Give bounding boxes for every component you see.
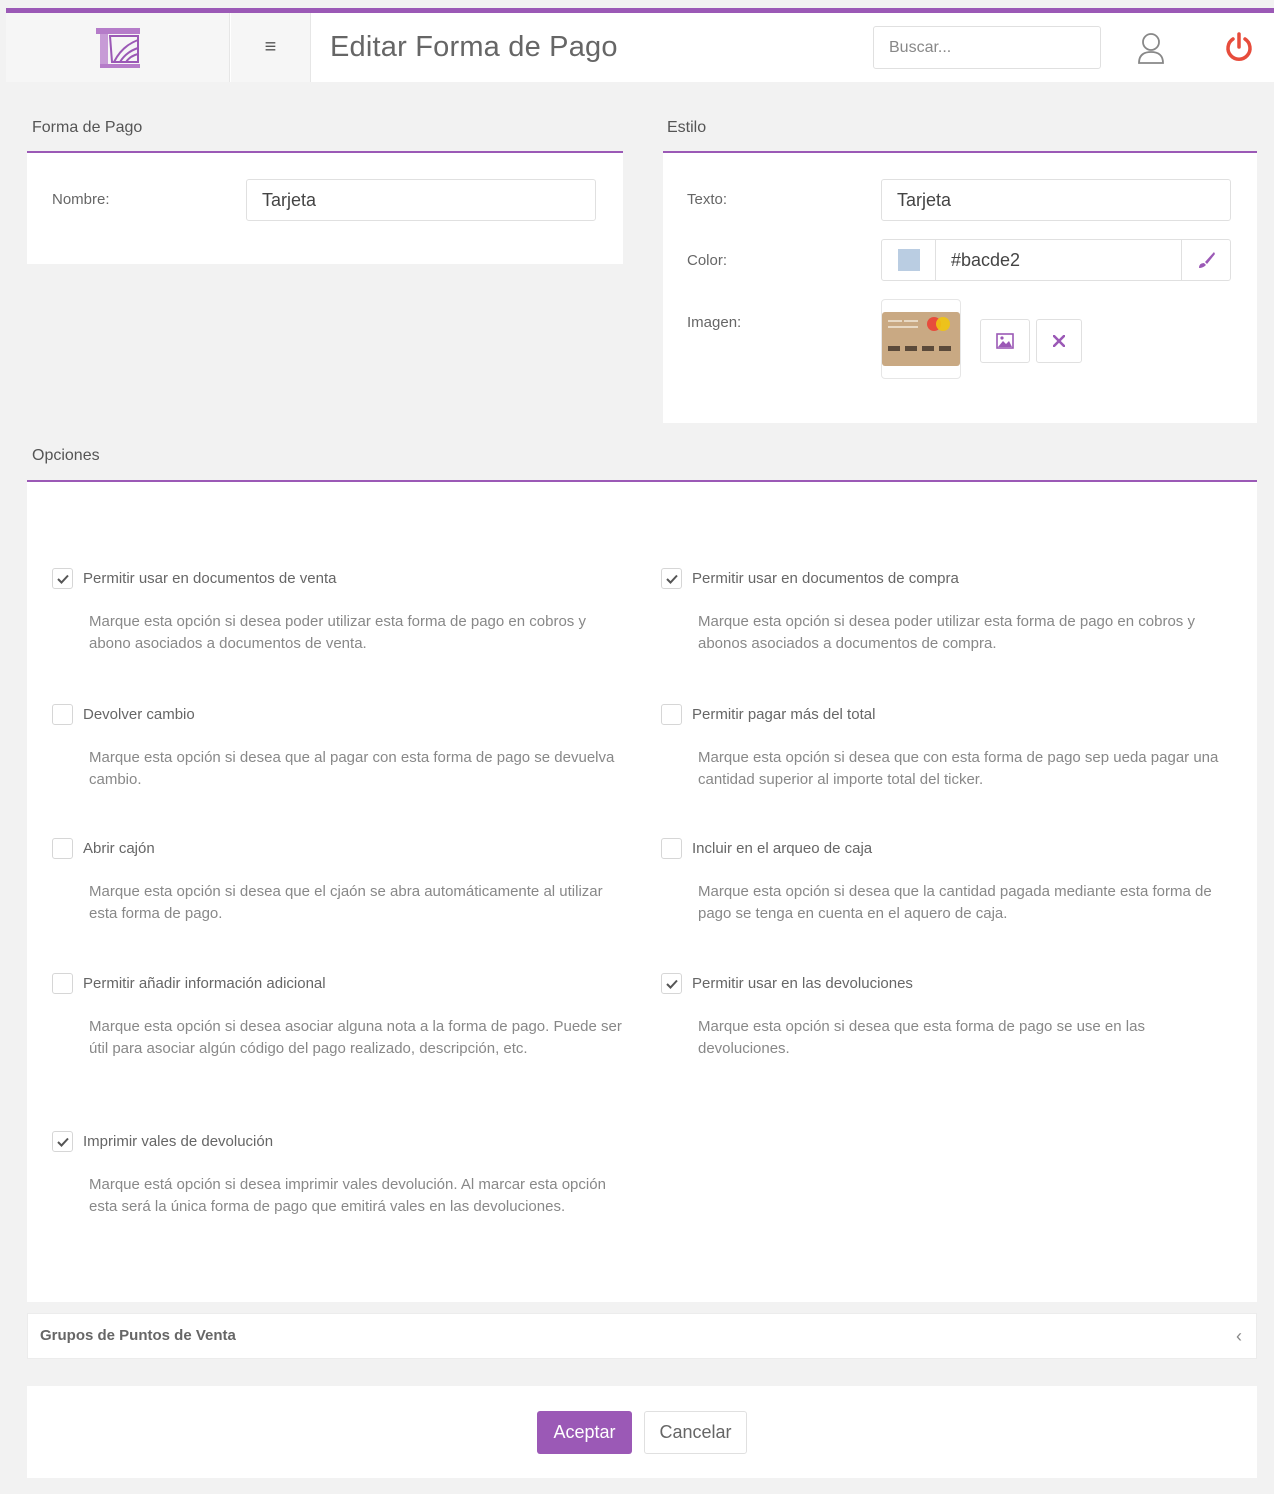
option-checkbox[interactable] bbox=[661, 973, 682, 994]
payment-image-thumbnail bbox=[881, 299, 961, 379]
image-icon bbox=[996, 333, 1014, 349]
app-logo-icon bbox=[95, 27, 140, 68]
option-label: Devolver cambio bbox=[83, 706, 195, 723]
option-checkbox[interactable] bbox=[661, 568, 682, 589]
option-checkbox[interactable] bbox=[52, 568, 73, 589]
cancel-button[interactable]: Cancelar bbox=[644, 1411, 747, 1454]
option-checkbox[interactable] bbox=[661, 704, 682, 725]
color-input-group: #bacde2 bbox=[881, 239, 1231, 281]
estilo-panel: Texto: Tarjeta Color: #bacde2 Imagen: bbox=[663, 151, 1257, 423]
option-description: Marque esta opción si desea poder utiliz… bbox=[698, 613, 1195, 652]
texto-input[interactable]: Tarjeta bbox=[881, 179, 1231, 221]
imagen-label: Imagen: bbox=[687, 314, 742, 331]
texto-value: Tarjeta bbox=[897, 189, 952, 210]
option-label: Permitir usar en documentos de venta bbox=[83, 570, 337, 587]
color-input[interactable]: #bacde2 bbox=[936, 240, 1181, 280]
option-description: Marque esta opción si desea que esta for… bbox=[698, 1018, 1145, 1057]
checkmark-icon bbox=[665, 979, 678, 989]
paint-brush-icon bbox=[1199, 252, 1215, 268]
option-description: Marque esta opción si desea que con esta… bbox=[698, 749, 1219, 788]
option-label: Permitir usar en documentos de compra bbox=[692, 570, 959, 587]
option-label: Imprimir vales de devolución bbox=[83, 1133, 274, 1150]
search-input[interactable] bbox=[873, 26, 1101, 69]
grupos-puntos-venta-toggle[interactable]: Grupos de Puntos de Venta ‹ bbox=[27, 1313, 1257, 1359]
option-item: Devolver cambio Marque esta opción si de… bbox=[52, 704, 622, 791]
chevron-left-icon: ‹ bbox=[1236, 1326, 1242, 1346]
option-checkbox[interactable] bbox=[52, 973, 73, 994]
checkmark-icon bbox=[56, 1137, 69, 1147]
color-swatch-button[interactable] bbox=[882, 240, 936, 280]
upload-image-button[interactable] bbox=[980, 319, 1030, 363]
forma-de-pago-heading: Forma de Pago bbox=[32, 119, 143, 136]
option-item: Permitir usar en documentos de venta Mar… bbox=[52, 568, 622, 655]
option-item: Incluir en el arqueo de caja Marque esta… bbox=[661, 838, 1231, 925]
grupos-puntos-venta-title: Grupos de Puntos de Venta bbox=[40, 1327, 236, 1344]
credit-card-icon bbox=[882, 312, 960, 366]
color-label: Color: bbox=[687, 252, 728, 269]
option-label: Permitir pagar más del total bbox=[692, 706, 876, 723]
nombre-label: Nombre: bbox=[52, 191, 110, 208]
option-checkbox[interactable] bbox=[52, 704, 73, 725]
option-description: Marque esta opción si desea que la canti… bbox=[698, 883, 1212, 922]
forma-de-pago-panel: Nombre: Tarjeta bbox=[27, 151, 623, 264]
texto-label: Texto: bbox=[687, 191, 728, 208]
option-description: Marque esta opción si desea que al pagar… bbox=[89, 749, 615, 788]
page-title: Editar Forma de Pago bbox=[330, 31, 618, 63]
option-description: Marque esta opción si desea que el cjaón… bbox=[89, 883, 603, 922]
close-icon bbox=[1053, 335, 1065, 347]
option-label: Permitir añadir información adicional bbox=[83, 975, 326, 992]
logo[interactable] bbox=[6, 13, 230, 82]
option-item: Permitir usar en las devoluciones Marque… bbox=[661, 973, 1231, 1060]
color-swatch bbox=[897, 249, 920, 271]
option-description: Marque esta opción si desea asociar algu… bbox=[89, 1018, 622, 1057]
power-icon[interactable] bbox=[1224, 31, 1254, 65]
checkmark-icon bbox=[665, 574, 678, 584]
option-item: Permitir añadir información adicional Ma… bbox=[52, 973, 622, 1060]
opciones-heading: Opciones bbox=[32, 447, 100, 464]
hamburger-menu-button[interactable]: ≡ bbox=[231, 13, 311, 82]
option-item: Permitir pagar más del total Marque esta… bbox=[661, 704, 1231, 791]
option-item: Abrir cajón Marque esta opción si desea … bbox=[52, 838, 622, 925]
option-label: Permitir usar en las devoluciones bbox=[692, 975, 913, 992]
accept-button[interactable]: Aceptar bbox=[537, 1411, 632, 1454]
option-label: Abrir cajón bbox=[83, 840, 155, 857]
option-checkbox[interactable] bbox=[52, 838, 73, 859]
footer-panel: Aceptar Cancelar bbox=[27, 1386, 1257, 1478]
remove-image-button[interactable] bbox=[1036, 319, 1082, 363]
option-label: Incluir en el arqueo de caja bbox=[692, 840, 873, 857]
user-icon[interactable] bbox=[1136, 31, 1166, 65]
option-description: Marque esta opción si desea poder utiliz… bbox=[89, 613, 586, 652]
color-value: #bacde2 bbox=[951, 249, 1021, 270]
color-picker-button[interactable] bbox=[1181, 240, 1230, 280]
nombre-input[interactable]: Tarjeta bbox=[246, 179, 596, 221]
option-checkbox[interactable] bbox=[52, 1131, 73, 1152]
option-item: Permitir usar en documentos de compra Ma… bbox=[661, 568, 1231, 655]
option-description: Marque está opción si desea imprimir val… bbox=[89, 1176, 606, 1215]
option-checkbox[interactable] bbox=[661, 838, 682, 859]
top-bar: ≡ Editar Forma de Pago bbox=[6, 8, 1274, 82]
option-item: Imprimir vales de devolución Marque está… bbox=[52, 1131, 622, 1218]
hamburger-icon: ≡ bbox=[264, 36, 277, 58]
nombre-value: Tarjeta bbox=[262, 189, 317, 210]
checkmark-icon bbox=[56, 574, 69, 584]
estilo-heading: Estilo bbox=[667, 119, 707, 136]
opciones-panel: Permitir usar en documentos de venta Mar… bbox=[27, 480, 1257, 1302]
